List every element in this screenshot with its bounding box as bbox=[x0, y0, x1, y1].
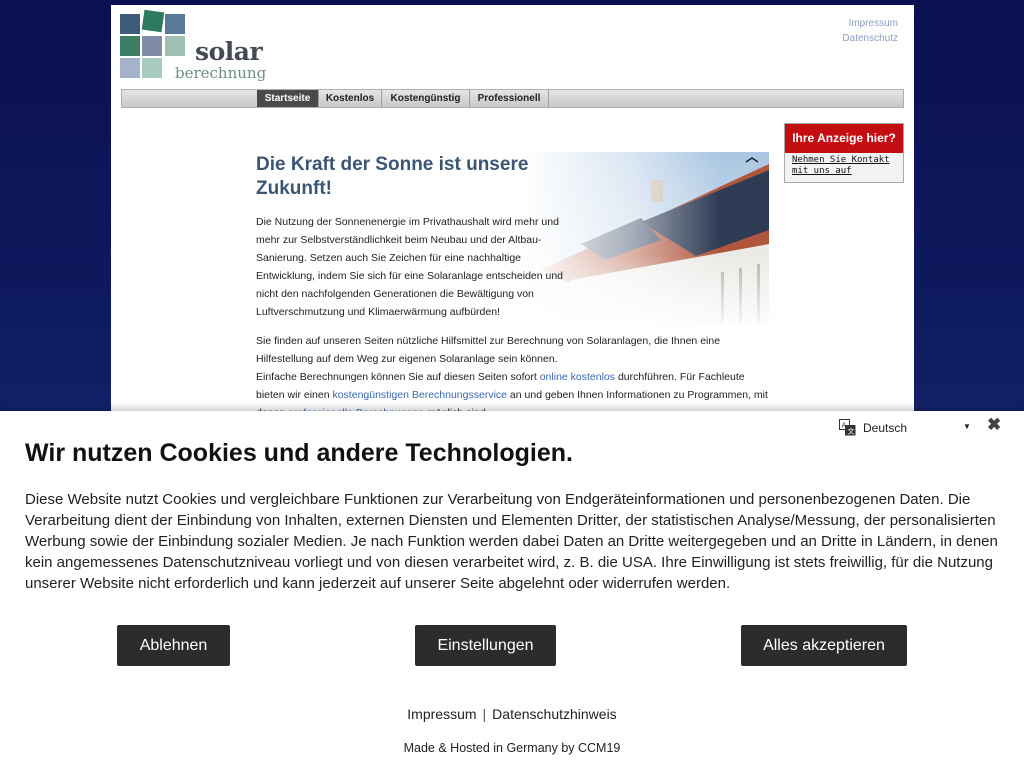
logo-square bbox=[120, 36, 140, 56]
ad-link-line1: Nehmen Sie Kontakt bbox=[792, 155, 890, 165]
ad-box: Ihre Anzeige hier? Nehmen Sie Kontakt mi… bbox=[784, 123, 904, 183]
logo-square bbox=[142, 36, 162, 56]
logo-square bbox=[165, 36, 185, 56]
nav-item-kostenguenstig[interactable]: Kostengünstig bbox=[382, 90, 470, 107]
svg-text:文: 文 bbox=[848, 427, 855, 436]
berechnungsservice-link[interactable]: kostengünstigen Berechnungsservice bbox=[332, 389, 507, 401]
settings-button[interactable]: Einstellungen bbox=[415, 625, 556, 666]
nav-item-professionell[interactable]: Professionell bbox=[470, 90, 549, 107]
info-paragraph: Sie finden auf unseren Seiten nützliche … bbox=[256, 332, 776, 422]
logo-square bbox=[141, 9, 165, 33]
cookie-privacy-link[interactable]: Datenschutzhinweis bbox=[492, 706, 617, 722]
main-nav: Startseite Kostenlos Kostengünstig Profe… bbox=[121, 89, 904, 108]
cookie-footer-links: Impressum | Datenschutzhinweis bbox=[0, 706, 1024, 722]
logo-text-solar: solar bbox=[195, 37, 263, 66]
cookie-impressum-link[interactable]: Impressum bbox=[407, 706, 476, 722]
language-label: Deutsch bbox=[863, 421, 908, 435]
logo-square bbox=[165, 14, 185, 34]
accept-all-button[interactable]: Alles akzeptieren bbox=[741, 625, 907, 666]
online-kostenlos-link[interactable]: online kostenlos bbox=[540, 371, 615, 383]
reject-button[interactable]: Ablehnen bbox=[117, 625, 230, 666]
cookie-description: Diese Website nutzt Cookies und vergleic… bbox=[25, 491, 998, 592]
site-logo[interactable]: solar berechnung bbox=[120, 9, 270, 82]
svg-text:A: A bbox=[842, 422, 847, 430]
language-select[interactable]: A 文 Deutsch ▼ bbox=[839, 419, 971, 437]
ad-link-line2: mit uns auf bbox=[792, 166, 852, 176]
info-text-1: Sie finden auf unseren Seiten nützliche … bbox=[256, 335, 721, 365]
translate-icon: A 文 bbox=[839, 419, 856, 436]
logo-square bbox=[120, 14, 140, 34]
logo-text-berechnung: berechnung bbox=[175, 64, 267, 82]
top-links: Impressum Datenschutz bbox=[842, 16, 898, 46]
nav-item-startseite[interactable]: Startseite bbox=[257, 90, 319, 107]
main-content: Die Kraft der Sonne ist unsere Zukunft! … bbox=[256, 152, 776, 422]
logo-square bbox=[142, 58, 162, 78]
nav-item-kostenlos[interactable]: Kostenlos bbox=[319, 90, 382, 107]
info-text-2: Einfache Berechnungen können Sie auf die… bbox=[256, 371, 537, 383]
intro-paragraph: Die Nutzung der Sonnenenergie im Privath… bbox=[256, 216, 564, 318]
page-headline: Die Kraft der Sonne ist unsere Zukunft! bbox=[256, 154, 529, 199]
cookie-banner: A 文 Deutsch ▼ ✖ Wir nutzen Cookies und a… bbox=[0, 411, 1024, 768]
close-icon[interactable]: ✖ bbox=[987, 415, 1001, 435]
datenschutz-link[interactable]: Datenschutz bbox=[842, 31, 898, 46]
logo-square bbox=[120, 58, 140, 78]
impressum-link[interactable]: Impressum bbox=[842, 16, 898, 31]
ad-title: Ihre Anzeige hier? bbox=[785, 124, 903, 153]
chevron-down-icon: ▼ bbox=[963, 422, 971, 431]
made-by-note: Made & Hosted in Germany by CCM19 bbox=[403, 741, 621, 755]
link-separator: | bbox=[482, 706, 487, 722]
website-page: solar berechnung Impressum Datenschutz S… bbox=[111, 5, 914, 425]
cookie-title: Wir nutzen Cookies und andere Technologi… bbox=[25, 439, 573, 467]
ad-contact-link[interactable]: Nehmen Sie Kontakt mit uns auf bbox=[785, 153, 903, 179]
